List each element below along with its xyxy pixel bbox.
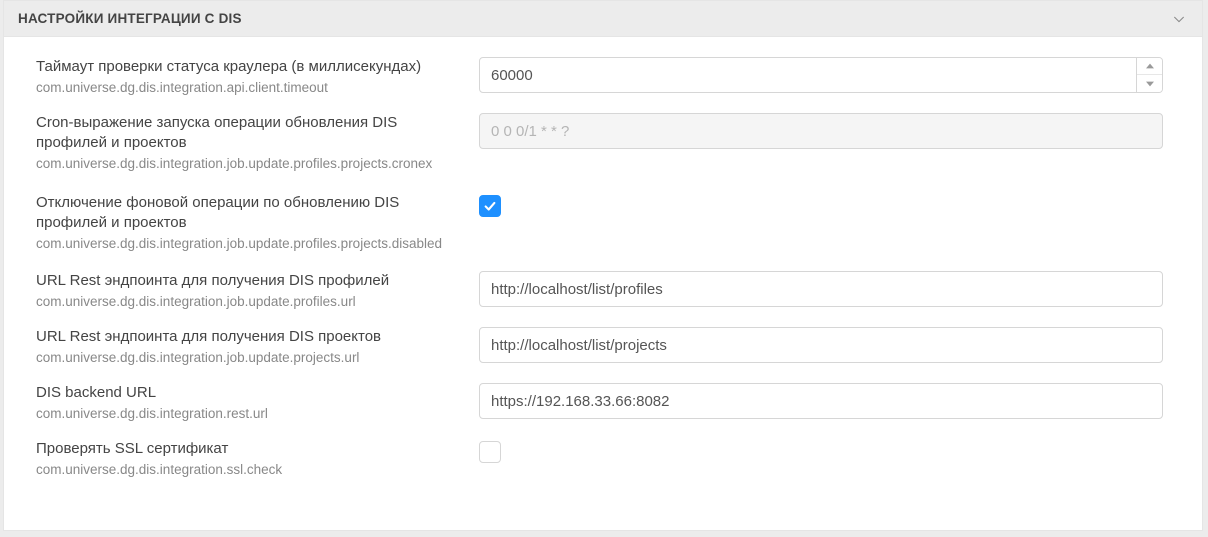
- profiles-url-input[interactable]: [479, 271, 1163, 307]
- spin-up-button[interactable]: [1137, 58, 1162, 75]
- panel-header: НАСТРОЙКИ ИНТЕГРАЦИИ С DIS: [4, 1, 1202, 37]
- control-col: [479, 57, 1184, 93]
- backend-url-input[interactable]: [479, 383, 1163, 419]
- label-col: URL Rest эндпоинта для получения DIS про…: [36, 271, 479, 311]
- field-label: Проверять SSL сертификат: [36, 439, 465, 459]
- row-profiles-url: URL Rest эндпоинта для получения DIS про…: [36, 271, 1184, 311]
- field-label: URL Rest эндпоинта для получения DIS про…: [36, 271, 465, 291]
- row-backend-url: DIS backend URL com.universe.dg.dis.inte…: [36, 383, 1184, 423]
- label-col: Проверять SSL сертификат com.universe.dg…: [36, 439, 479, 479]
- field-label: Cron-выражение запуска операции обновлен…: [36, 113, 465, 153]
- chevron-down-icon: [1171, 11, 1187, 27]
- cron-input[interactable]: [479, 113, 1163, 149]
- row-cron: Cron-выражение запуска операции обновлен…: [36, 113, 1184, 173]
- row-disable-job: Отключение фоновой операции по обновлени…: [36, 193, 1184, 253]
- row-ssl-check: Проверять SSL сертификат com.universe.dg…: [36, 439, 1184, 479]
- field-label: DIS backend URL: [36, 383, 465, 403]
- control-col: [479, 193, 1184, 217]
- field-key: com.universe.dg.dis.integration.job.upda…: [36, 155, 465, 173]
- collapse-toggle[interactable]: [1170, 10, 1188, 28]
- row-timeout: Таймаут проверки статуса краулера (в мил…: [36, 57, 1184, 97]
- label-col: Отключение фоновой операции по обновлени…: [36, 193, 479, 253]
- settings-panel: НАСТРОЙКИ ИНТЕГРАЦИИ С DIS Таймаут прове…: [3, 0, 1203, 531]
- control-col: [479, 113, 1184, 149]
- ssl-check-checkbox[interactable]: [479, 441, 501, 463]
- field-key: com.universe.dg.dis.integration.job.upda…: [36, 293, 465, 311]
- field-key: com.universe.dg.dis.integration.rest.url: [36, 405, 465, 423]
- caret-up-icon: [1146, 63, 1154, 69]
- control-col: [479, 383, 1184, 419]
- panel-title: НАСТРОЙКИ ИНТЕГРАЦИИ С DIS: [18, 11, 242, 26]
- field-key: com.universe.dg.dis.integration.ssl.chec…: [36, 461, 465, 479]
- caret-down-icon: [1146, 81, 1154, 87]
- label-col: DIS backend URL com.universe.dg.dis.inte…: [36, 383, 479, 423]
- projects-url-input[interactable]: [479, 327, 1163, 363]
- spin-down-button[interactable]: [1137, 75, 1162, 92]
- field-label: Отключение фоновой операции по обновлени…: [36, 193, 465, 233]
- label-col: URL Rest эндпоинта для получения DIS про…: [36, 327, 479, 367]
- number-input-wrapper: [479, 57, 1163, 93]
- field-label: Таймаут проверки статуса краулера (в мил…: [36, 57, 465, 77]
- disable-job-checkbox[interactable]: [479, 195, 501, 217]
- control-col: [479, 439, 1184, 466]
- field-key: com.universe.dg.dis.integration.job.upda…: [36, 349, 465, 367]
- control-col: [479, 327, 1184, 363]
- label-col: Таймаут проверки статуса краулера (в мил…: [36, 57, 479, 97]
- number-spinner: [1137, 57, 1163, 93]
- field-key: com.universe.dg.dis.integration.api.clie…: [36, 79, 465, 97]
- row-projects-url: URL Rest эндпоинта для получения DIS про…: [36, 327, 1184, 367]
- check-icon: [483, 199, 497, 213]
- control-col: [479, 271, 1184, 307]
- panel-body: Таймаут проверки статуса краулера (в мил…: [4, 37, 1202, 505]
- field-key: com.universe.dg.dis.integration.job.upda…: [36, 235, 465, 253]
- label-col: Cron-выражение запуска операции обновлен…: [36, 113, 479, 173]
- field-label: URL Rest эндпоинта для получения DIS про…: [36, 327, 465, 347]
- timeout-input[interactable]: [479, 57, 1137, 93]
